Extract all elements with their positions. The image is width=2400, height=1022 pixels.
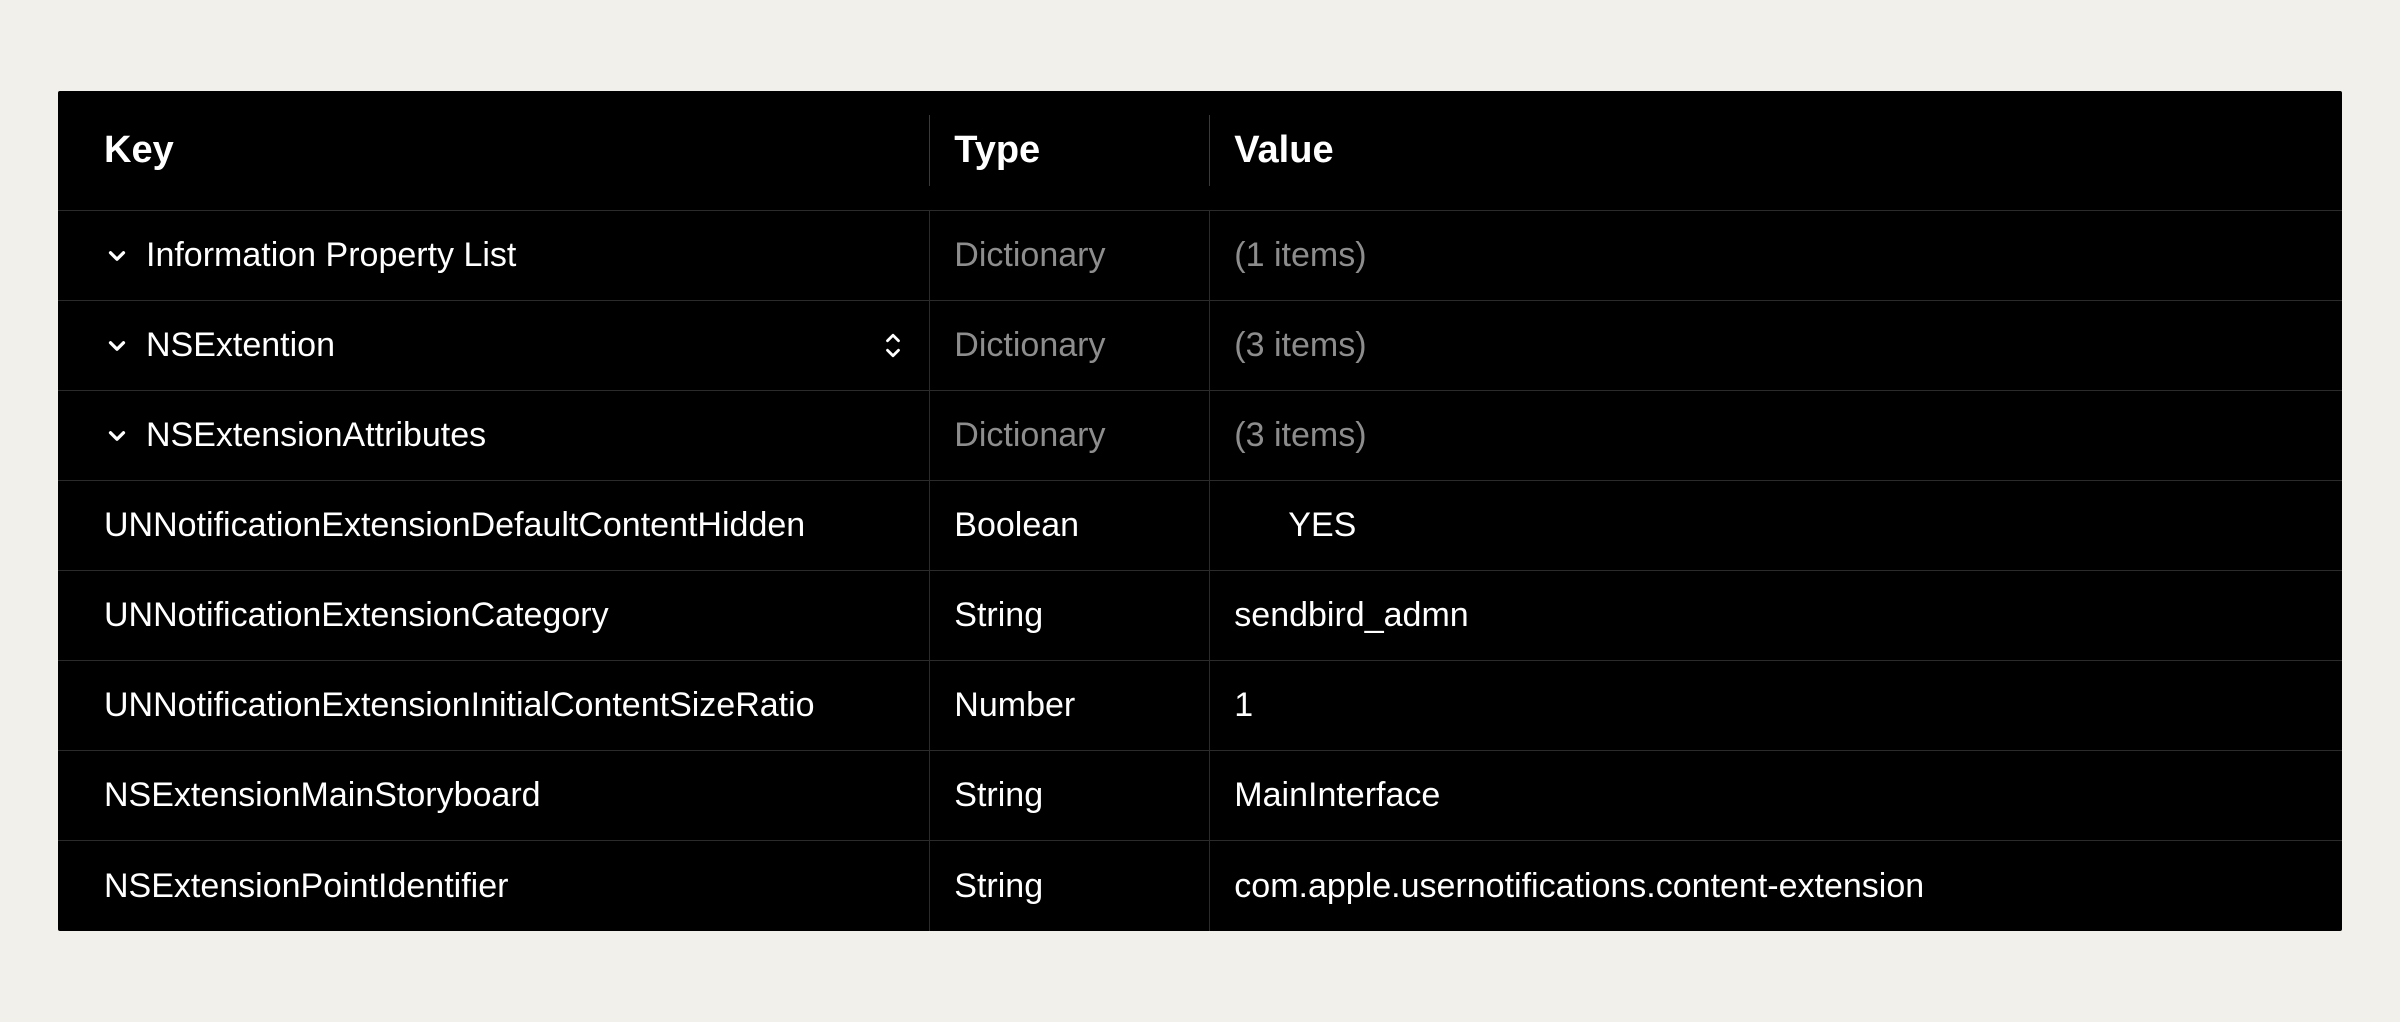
type-label: Number xyxy=(954,686,1075,725)
value-cell: sendbird_admn xyxy=(1209,571,2342,660)
table-body: Information Property List Dictionary (1 it… xyxy=(58,211,2342,931)
key-label: UNNotificationExtensionInitialContentSiz… xyxy=(104,686,815,725)
type-cell: String xyxy=(929,751,1209,840)
type-label: Dictionary xyxy=(954,326,1105,365)
chevron-down-icon[interactable] xyxy=(104,243,130,269)
table-row[interactable]: NSExtention Dictionary (3 items) xyxy=(58,301,2342,391)
type-label: Boolean xyxy=(954,506,1079,545)
table-row[interactable]: NSExtensionMainStoryboard String MainInter… xyxy=(58,751,2342,841)
value-cell: YES xyxy=(1209,481,2342,570)
type-label: String xyxy=(954,776,1043,815)
type-label: Dictionary xyxy=(954,416,1105,455)
key-label: NSExtensionAttributes xyxy=(146,416,486,455)
chevron-down-icon[interactable] xyxy=(104,333,130,359)
key-label: NSExtention xyxy=(146,326,335,365)
table-row[interactable]: UNNotificationExtensionDefaultContentHid… xyxy=(58,481,2342,571)
value-label: com.apple.usernotifications.content-exte… xyxy=(1234,867,1924,906)
value-label: (3 items) xyxy=(1234,326,1366,365)
column-header-type-label: Type xyxy=(954,129,1040,172)
key-label: NSExtensionMainStoryboard xyxy=(104,776,541,815)
value-label: sendbird_admn xyxy=(1234,596,1468,635)
value-label: YES xyxy=(1234,506,1356,545)
value-cell: (1 items) xyxy=(1209,211,2342,300)
table-row[interactable]: UNNotificationExtensionCategory String sen… xyxy=(58,571,2342,661)
table-row[interactable]: NSExtensionPointIdentifier String com.appl… xyxy=(58,841,2342,931)
table-row[interactable]: Information Property List Dictionary (1 it… xyxy=(58,211,2342,301)
column-header-key-label: Key xyxy=(104,129,174,172)
type-label: Dictionary xyxy=(954,236,1105,275)
key-cell: NSExtention xyxy=(58,308,929,383)
value-cell: (3 items) xyxy=(1209,391,2342,480)
type-cell: Dictionary xyxy=(929,301,1209,390)
value-cell: MainInterface xyxy=(1209,751,2342,840)
key-label: NSExtensionPointIdentifier xyxy=(104,867,508,906)
type-cell: Number xyxy=(929,661,1209,750)
key-label: UNNotificationExtensionDefaultContentHid… xyxy=(104,506,805,545)
chevron-down-icon[interactable] xyxy=(104,423,130,449)
column-header-value-label: Value xyxy=(1234,129,1333,172)
key-cell: UNNotificationExtensionInitialContentSiz… xyxy=(58,668,929,743)
key-cell: NSExtensionAttributes xyxy=(58,398,929,473)
header-row: Key Type Value xyxy=(58,91,2342,211)
key-cell: NSExtensionPointIdentifier xyxy=(58,849,929,924)
type-label: String xyxy=(954,867,1043,906)
column-header-value: Value xyxy=(1209,115,2342,186)
value-cell: com.apple.usernotifications.content-exte… xyxy=(1209,841,2342,931)
type-cell: Boolean xyxy=(929,481,1209,570)
key-cell: NSExtensionMainStoryboard xyxy=(58,758,929,833)
key-cell: Information Property List xyxy=(58,218,929,293)
key-cell: UNNotificationExtensionDefaultContentHid… xyxy=(58,488,929,563)
column-header-key: Key xyxy=(58,111,929,190)
plist-editor: Key Type Value Information Property List… xyxy=(58,91,2342,931)
key-label: Information Property List xyxy=(146,236,516,275)
type-cell: String xyxy=(929,571,1209,660)
type-cell: Dictionary xyxy=(929,211,1209,300)
value-label: (3 items) xyxy=(1234,416,1366,455)
type-cell: String xyxy=(929,841,1209,931)
value-label: MainInterface xyxy=(1234,776,1440,815)
value-label: (1 items) xyxy=(1234,236,1366,275)
value-label: 1 xyxy=(1234,686,1253,725)
key-cell: UNNotificationExtensionCategory xyxy=(58,578,929,653)
column-header-type: Type xyxy=(929,115,1209,186)
stepper-icon[interactable] xyxy=(879,326,907,366)
key-label: UNNotificationExtensionCategory xyxy=(104,596,609,635)
table-row[interactable]: UNNotificationExtensionInitialContentSiz… xyxy=(58,661,2342,751)
type-cell: Dictionary xyxy=(929,391,1209,480)
type-label: String xyxy=(954,596,1043,635)
table-row[interactable]: NSExtensionAttributes Dictionary (3 items) xyxy=(58,391,2342,481)
value-cell: (3 items) xyxy=(1209,301,2342,390)
value-cell: 1 xyxy=(1209,661,2342,750)
